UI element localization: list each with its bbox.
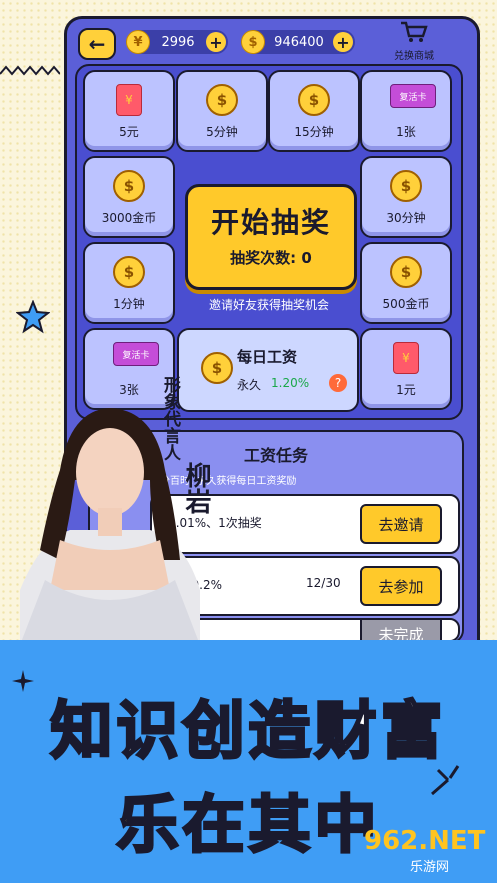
prize-label: 30分钟 <box>386 211 426 225</box>
prize-cell: ¥ 5元 <box>83 70 175 152</box>
coin-stack-icon: $ <box>298 84 330 116</box>
task-progress: 12/30 <box>306 576 341 590</box>
join-button[interactable]: 去参加 <box>360 566 442 606</box>
coupon-balance: ¥ 2996 + <box>126 30 228 54</box>
invite-button[interactable]: 去邀请 <box>360 504 442 544</box>
spokesperson-name: 柳岩 <box>181 462 211 514</box>
prize-cell: $ 5分钟 <box>176 70 268 152</box>
prize-cell: $ 1分钟 <box>83 242 175 324</box>
back-button[interactable]: ← <box>78 28 116 60</box>
revive-card-icon: 复活卡 <box>390 84 436 108</box>
coin-stack-icon: $ <box>201 352 233 384</box>
watermark-site: 乐游网 <box>410 860 450 875</box>
dollar-icon: $ <box>241 30 265 54</box>
shop-label: 兑换商城 <box>394 51 434 62</box>
watermark-brand: 962.NET <box>364 826 486 856</box>
add-coupon-button[interactable]: + <box>206 32 226 52</box>
zigzag-decoration <box>0 65 60 76</box>
prize-cell: 复活卡 1张 <box>360 70 452 152</box>
start-lottery-label: 开始抽奖 <box>210 206 331 239</box>
prize-cell: $ 3000金币 <box>83 156 175 238</box>
invite-hint: 邀请好友获得抽奖机会 <box>208 298 329 312</box>
prize-cell: $ 15分钟 <box>268 70 360 152</box>
prize-label: 1元 <box>396 383 416 397</box>
prize-label: 1分钟 <box>113 297 145 311</box>
prize-label: 15分钟 <box>294 125 334 139</box>
exchange-shop-button[interactable]: 兑换商城 <box>384 20 444 62</box>
prize-cell: $ 30分钟 <box>360 156 452 238</box>
start-lottery-button[interactable]: 开始抽奖 抽奖次数: 0 <box>185 184 357 290</box>
prize-cell: ¥ 1元 <box>360 328 452 410</box>
wage-rate: 1.20% <box>271 376 310 390</box>
lottery-center: 开始抽奖 抽奖次数: 0 邀请好友获得抽奖机会 <box>185 158 357 312</box>
revive-card-icon: 复活卡 <box>113 342 159 366</box>
prize-label: 3000金币 <box>101 211 157 225</box>
prize-label: 500金币 <box>382 297 430 311</box>
help-icon[interactable]: ? <box>329 374 347 392</box>
coin-icon: $ <box>113 170 145 202</box>
prize-label: 1张 <box>396 125 416 139</box>
prize-label: 5分钟 <box>206 125 238 139</box>
red-envelope-icon: ¥ <box>393 342 419 374</box>
prize-cell: $ 500金币 <box>360 242 452 324</box>
star-decoration <box>16 300 50 334</box>
prize-label: 5元 <box>119 125 139 139</box>
lottery-count: 抽奖次数: 0 <box>230 249 312 267</box>
coin-stack-icon: $ <box>390 170 422 202</box>
spokesperson-role: 形象代言人 <box>160 376 180 461</box>
shopping-cart-icon <box>401 21 428 42</box>
coin-stack-icon: $ <box>113 256 145 288</box>
incomplete-button[interactable]: 未完成 <box>360 620 442 640</box>
coupon-value: 2996 <box>161 34 195 50</box>
arrow-left-icon: ← <box>88 32 106 56</box>
coin-stack-icon: $ <box>206 84 238 116</box>
coin-icon: $ <box>390 256 422 288</box>
yuan-icon: ¥ <box>126 30 150 54</box>
sparkle-icon <box>431 765 460 796</box>
add-coin-button[interactable]: + <box>333 32 353 52</box>
red-envelope-icon: ¥ <box>116 84 142 116</box>
banner-line1: 知识创造财富 <box>49 693 447 769</box>
coin-balance: $ 946400 + <box>241 30 355 54</box>
wage-term: 永久 <box>237 378 262 392</box>
coin-value: 946400 <box>274 34 324 50</box>
site-watermark: 962.NET 乐游网 <box>364 826 492 876</box>
daily-wage-title: 每日工资 <box>237 348 298 366</box>
